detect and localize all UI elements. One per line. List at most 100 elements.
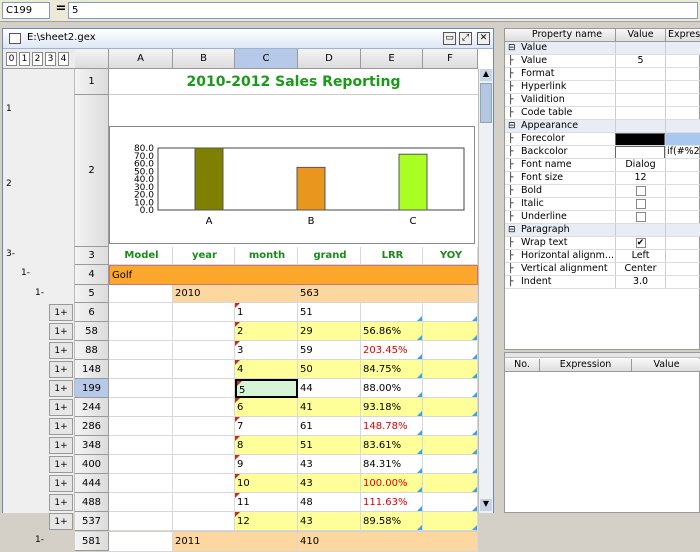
row-header[interactable]: 444 [75, 474, 109, 493]
outline-expand-button[interactable]: 1+ [49, 418, 73, 435]
model-cell[interactable] [109, 303, 173, 322]
row-header[interactable]: 148 [75, 360, 109, 379]
property-expression[interactable] [665, 120, 700, 132]
outline-expand-button[interactable]: 1+ [49, 513, 73, 530]
outline-expand-button[interactable]: 1+ [49, 304, 73, 321]
yoy-cell[interactable] [423, 322, 478, 341]
grand-cell[interactable]: 50 [298, 360, 361, 379]
model-cell[interactable] [109, 379, 173, 398]
model-cell[interactable] [109, 341, 173, 360]
checkbox-box[interactable] [635, 212, 646, 222]
checkbox[interactable]: ✔ [615, 237, 665, 249]
corner-header[interactable] [75, 49, 109, 69]
year-cell[interactable]: 2011 [173, 532, 298, 552]
year-cell[interactable] [173, 379, 235, 398]
yoy-cell[interactable] [423, 436, 478, 455]
row-header[interactable]: 3 [75, 247, 109, 265]
year-cell[interactable] [173, 417, 235, 436]
property-value[interactable] [615, 224, 665, 236]
grand-cell[interactable]: 44 [298, 379, 361, 398]
yoy-cell[interactable] [423, 455, 478, 474]
outline-marker-row2[interactable]: 2 [6, 179, 12, 189]
model-cell[interactable] [109, 322, 173, 341]
model-cell[interactable] [109, 493, 173, 512]
year-total-cell[interactable]: 410 [298, 532, 478, 552]
row-header[interactable]: 488 [75, 493, 109, 512]
month-cell[interactable]: 4 [235, 360, 298, 379]
property-value[interactable]: 5 [615, 55, 665, 67]
grand-cell[interactable]: 29 [298, 322, 361, 341]
property-row[interactable]: ├ Underline [505, 211, 700, 224]
yoy-cell[interactable] [423, 360, 478, 379]
col-header-value[interactable]: Value [615, 29, 665, 41]
checkbox[interactable] [615, 198, 665, 210]
yoy-cell[interactable] [423, 341, 478, 360]
year-cell[interactable] [173, 341, 235, 360]
lrr-cell[interactable]: 111.63% [361, 493, 423, 512]
outline-marker-golf[interactable]: 1- [21, 268, 30, 278]
col-header-expression[interactable]: Express [665, 29, 700, 41]
lrr-cell[interactable]: 203.45% [361, 341, 423, 360]
row-header[interactable]: 4 [75, 265, 109, 285]
outline-expand-button[interactable]: 1+ [49, 456, 73, 473]
property-expression[interactable] [665, 185, 700, 197]
row-header[interactable]: 286 [75, 417, 109, 436]
property-value[interactable] [615, 68, 665, 80]
month-cell[interactable]: 5 [235, 379, 298, 398]
year-cell[interactable] [173, 493, 235, 512]
outline-expand-button[interactable]: 1+ [49, 494, 73, 511]
color-swatch[interactable] [615, 133, 665, 145]
property-expression[interactable] [665, 159, 700, 171]
property-value[interactable] [615, 81, 665, 93]
property-expression[interactable] [665, 224, 700, 236]
property-value[interactable] [615, 42, 665, 54]
collapse-toggle-icon[interactable]: ⊟ [508, 42, 518, 54]
property-expression[interactable] [665, 107, 700, 119]
grand-cell[interactable]: 43 [298, 455, 361, 474]
grand-cell[interactable]: 41 [298, 398, 361, 417]
row-header[interactable]: 581 [75, 532, 109, 551]
header-cell[interactable]: year [173, 247, 235, 265]
year-cell[interactable] [173, 360, 235, 379]
outline-marker-row3[interactable]: 3- [6, 249, 15, 259]
row-header[interactable]: 1 [75, 69, 109, 95]
vertical-scrollbar[interactable]: ▲ ▼ [478, 69, 493, 513]
checkbox-box[interactable] [635, 186, 646, 196]
property-row[interactable]: ├ Format [505, 68, 700, 81]
property-row[interactable]: ├ Font name Dialog [505, 159, 700, 172]
panel-splitter[interactable] [505, 353, 700, 358]
column-header-d[interactable]: D [298, 49, 361, 69]
yoy-cell[interactable] [423, 493, 478, 512]
property-expression[interactable] [665, 42, 700, 54]
property-value[interactable] [615, 120, 665, 132]
checkbox[interactable] [615, 211, 665, 223]
month-cell[interactable]: 1 [235, 303, 298, 322]
col-header-expr-value[interactable]: Value [631, 359, 700, 371]
yoy-cell[interactable] [423, 474, 478, 493]
header-cell[interactable]: month [235, 247, 298, 265]
property-value[interactable]: 12 [615, 172, 665, 184]
property-expression[interactable] [665, 211, 700, 223]
model-cell[interactable] [109, 474, 173, 493]
property-expression[interactable] [665, 250, 700, 262]
checkbox-box[interactable] [635, 199, 646, 209]
checkbox-box[interactable]: ✔ [635, 238, 646, 248]
grand-cell[interactable]: 59 [298, 341, 361, 360]
outline-expand-button[interactable]: 1+ [49, 437, 73, 454]
property-row[interactable]: ├ Backcolor if(#%2= [505, 146, 700, 159]
property-expression[interactable] [665, 198, 700, 210]
column-header-f[interactable]: F [423, 49, 478, 69]
yoy-cell[interactable] [423, 398, 478, 417]
lrr-cell[interactable] [361, 303, 423, 322]
column-header-e[interactable]: E [361, 49, 423, 69]
property-row[interactable]: ├ Wrap text ✔ [505, 237, 700, 250]
formula-input[interactable]: 5 [68, 2, 698, 19]
property-expression[interactable] [665, 133, 700, 145]
grand-cell[interactable]: 61 [298, 417, 361, 436]
row-header[interactable]: 2 [75, 95, 109, 247]
grand-cell[interactable]: 43 [298, 474, 361, 493]
property-expression[interactable] [665, 81, 700, 93]
lrr-cell[interactable]: 83.61% [361, 436, 423, 455]
outline-marker-2010[interactable]: 1- [35, 288, 44, 298]
header-cell[interactable]: LRR [361, 247, 423, 265]
